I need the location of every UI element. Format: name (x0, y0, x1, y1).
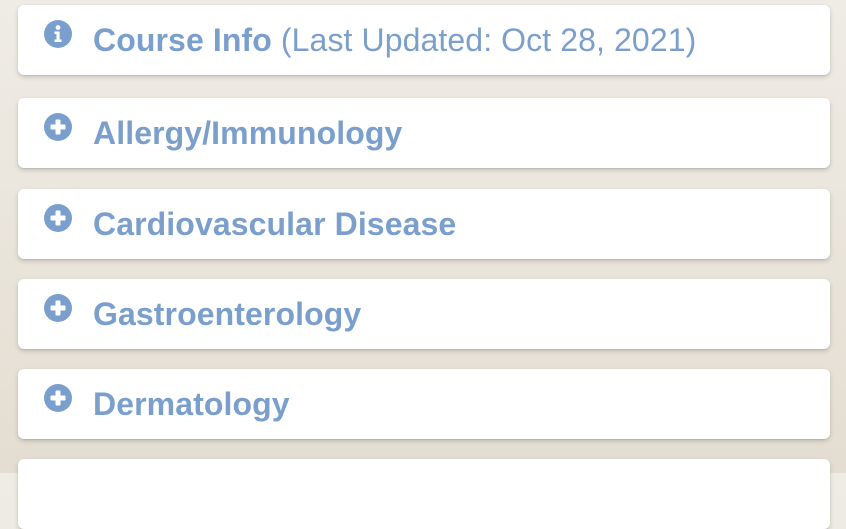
course-info-title: Course Info (93, 22, 272, 58)
section-gastroenterology[interactable]: Gastroenterology (18, 279, 830, 349)
section-label: Gastroenterology (93, 296, 362, 332)
plus-circle-icon (44, 113, 72, 141)
last-updated-text: (Last Updated: Oct 28, 2021) (280, 22, 697, 58)
section-cardiovascular-disease[interactable]: Cardiovascular Disease (18, 189, 830, 259)
section-label: Dermatology (93, 386, 290, 422)
section-dermatology[interactable]: Dermatology (18, 369, 830, 439)
section-label: Allergy/Immunology (93, 115, 403, 151)
course-info-panel[interactable]: Course Info (Last Updated: Oct 28, 2021) (18, 5, 830, 75)
section-label: Cardiovascular Disease (93, 206, 457, 242)
section-allergy-immunology[interactable]: Allergy/Immunology (18, 98, 830, 168)
plus-circle-icon (44, 294, 72, 322)
plus-circle-icon (44, 204, 72, 232)
section-partial[interactable] (18, 459, 830, 529)
course-info-heading: Course Info (Last Updated: Oct 28, 2021) (93, 21, 696, 59)
plus-circle-icon (44, 384, 72, 412)
info-circle-icon (44, 20, 72, 48)
